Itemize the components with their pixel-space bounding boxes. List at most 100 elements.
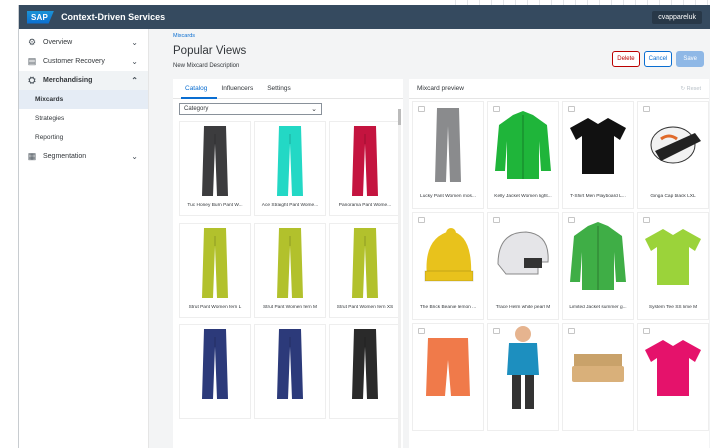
sidebar-subitem-mixcards[interactable]: Mixcards — [19, 90, 148, 109]
product-image — [488, 213, 558, 301]
product-name: Lucky Pant Women mos... — [420, 194, 476, 199]
product-name: T-Shirt Men Playboard L... — [570, 194, 626, 199]
scrollbar-thumb[interactable] — [398, 109, 401, 125]
product-image — [638, 102, 708, 190]
catalog-product-card[interactable]: Strut Pant Women fern M — [254, 222, 326, 318]
image-placeholder-icon — [418, 106, 425, 112]
sidebar-item-customer-recovery[interactable]: ▤ Customer Recovery ⌄ — [19, 52, 148, 71]
reset-button[interactable]: ↻ Reset — [680, 86, 701, 92]
preview-product-card[interactable]: Lucky Pant Women mos... — [412, 101, 484, 209]
scrollbar[interactable] — [398, 109, 401, 448]
preview-product-card[interactable]: The Brick Beanie lemon ... — [412, 212, 484, 320]
breadcrumb[interactable]: Mixcards — [173, 33, 687, 39]
image-placeholder-icon — [568, 106, 575, 112]
preview-product-card[interactable] — [487, 323, 559, 431]
chevron-down-icon: ⌄ — [131, 38, 138, 47]
product-name: Tuc Honey Burn Pant W... — [187, 203, 243, 208]
image-placeholder-icon — [418, 328, 425, 334]
category-select[interactable]: Category ⌄ — [179, 103, 322, 115]
sidebar-subitem-reporting[interactable]: Reporting — [19, 128, 148, 147]
product-image — [413, 213, 483, 301]
cancel-button[interactable]: Cancel — [643, 51, 673, 67]
sidebar-item-label: Overview — [43, 39, 73, 46]
product-image — [563, 324, 633, 412]
image-placeholder-icon — [643, 328, 650, 334]
catalog-product-card[interactable]: Strut Pant Women fern L — [179, 222, 251, 318]
catalog-product-card[interactable]: Ace Straight Pant Wome... — [254, 121, 326, 216]
preview-header: Mixcard preview ↻ Reset — [409, 79, 709, 99]
product-image — [488, 102, 558, 190]
select-value: Category — [184, 106, 209, 112]
save-button[interactable]: Save — [676, 51, 704, 67]
product-image — [330, 122, 400, 198]
chevron-down-icon: ⌄ — [131, 152, 138, 161]
catalog-product-card[interactable] — [254, 324, 326, 420]
catalog-product-card[interactable]: Panorama Pant Wome... — [329, 121, 401, 216]
product-image — [563, 102, 633, 190]
chevron-down-icon: ⌄ — [131, 57, 138, 66]
user-menu-button[interactable]: cvappareluk — [652, 10, 702, 24]
sidebar-subitem-strategies[interactable]: Strategies — [19, 109, 148, 128]
preview-product-card[interactable] — [562, 323, 634, 431]
chevron-down-icon: ⌄ — [311, 106, 317, 113]
tab-catalog[interactable]: Catalog — [181, 79, 218, 99]
product-image — [413, 324, 483, 412]
product-name: Strut Pant Women fern XS — [336, 304, 394, 310]
sidebar-item-label: Customer Recovery — [43, 58, 105, 65]
catalog-product-card[interactable] — [329, 324, 401, 420]
image-placeholder-icon — [568, 328, 575, 334]
product-name: Limited Jacket summer g... — [569, 305, 627, 310]
product-image — [330, 224, 400, 300]
tab-settings[interactable]: Settings — [263, 79, 301, 99]
preview-product-card[interactable] — [637, 323, 709, 431]
preview-product-card[interactable]: Limited Jacket summer g... — [562, 212, 634, 320]
catalog-product-card[interactable] — [179, 324, 251, 420]
product-name: Panorama Pant Wome... — [338, 203, 392, 208]
sidebar-item-label: Segmentation — [43, 153, 87, 160]
catalog-product-card[interactable]: Strut Pant Women fern XS — [329, 222, 401, 318]
sidebar-item-overview[interactable]: ⚙ Overview ⌄ — [19, 33, 148, 52]
sidebar-item-merchandising[interactable]: ⛭ Merchandising ⌃ — [19, 71, 148, 90]
image-placeholder-icon — [418, 217, 425, 223]
image-placeholder-icon — [643, 217, 650, 223]
product-image — [255, 122, 325, 198]
page-header: Mixcards Popular Views New Mixcard Descr… — [150, 29, 710, 71]
product-name: Trace Helm white pearl M — [495, 305, 551, 310]
sidebar: ⚙ Overview ⌄ ▤ Customer Recovery ⌄ ⛭ Mer… — [19, 29, 149, 448]
dashboard-icon: ⚙ — [27, 37, 37, 47]
preview-product-card[interactable] — [412, 323, 484, 431]
product-image — [330, 325, 400, 401]
shell-bar: SAP Context-Driven Services cvappareluk — [19, 5, 710, 29]
page-description: New Mixcard Description — [173, 63, 240, 69]
product-image — [638, 213, 708, 301]
product-name: Strut Pant Women fern L — [188, 304, 242, 310]
preview-product-card[interactable]: System Tee SS lime M — [637, 212, 709, 320]
image-placeholder-icon — [643, 106, 650, 112]
merchandising-icon: ⛭ — [28, 75, 36, 85]
preview-grid: Lucky Pant Women mos... Kelly Jacket Wome… — [409, 99, 709, 433]
preview-product-card[interactable]: Ginga Cap black LXL — [637, 101, 709, 209]
image-placeholder-icon — [493, 217, 500, 223]
product-image — [255, 325, 325, 401]
preview-product-card[interactable]: Trace Helm white pearl M — [487, 212, 559, 320]
product-name: Kelly Jacket Women light... — [494, 194, 552, 199]
image-placeholder-icon — [493, 328, 500, 334]
delete-button[interactable]: Delete — [612, 51, 640, 67]
grid-icon: ▦ — [27, 151, 37, 161]
tab-influencers[interactable]: Influencers — [217, 79, 263, 99]
product-image — [180, 325, 250, 401]
preview-product-card[interactable]: Kelly Jacket Women light... — [487, 101, 559, 209]
sidebar-item-segmentation[interactable]: ▦ Segmentation ⌄ — [19, 147, 148, 166]
sap-logo[interactable]: SAP — [27, 10, 55, 24]
product-image — [413, 102, 483, 190]
reset-label: Reset — [686, 85, 701, 92]
product-image — [563, 213, 633, 301]
product-image — [488, 324, 558, 412]
preview-product-card[interactable]: T-Shirt Men Playboard L... — [562, 101, 634, 209]
preview-title: Mixcard preview — [417, 85, 464, 92]
catalog-panel: Catalog Influencers Settings Category ⌄ … — [173, 79, 403, 448]
header-actions: Delete Cancel Save — [612, 51, 704, 67]
app-window: SAP Context-Driven Services cvappareluk … — [18, 5, 710, 448]
catalog-product-card[interactable]: Tuc Honey Burn Pant W... — [179, 121, 251, 216]
sidebar-item-label: Merchandising — [43, 77, 93, 84]
